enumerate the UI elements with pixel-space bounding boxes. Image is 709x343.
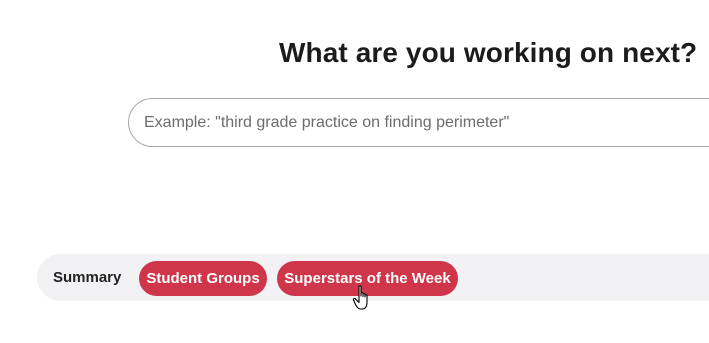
page-heading: What are you working on next? (279, 37, 698, 68)
page: What are you working on next? Summary St… (0, 0, 709, 343)
tab-summary[interactable]: Summary (53, 254, 121, 301)
hand-pointer-icon (352, 285, 368, 310)
search-input[interactable] (144, 99, 704, 146)
search-box[interactable] (128, 98, 709, 147)
tab-student-groups[interactable]: Student Groups (139, 261, 267, 296)
